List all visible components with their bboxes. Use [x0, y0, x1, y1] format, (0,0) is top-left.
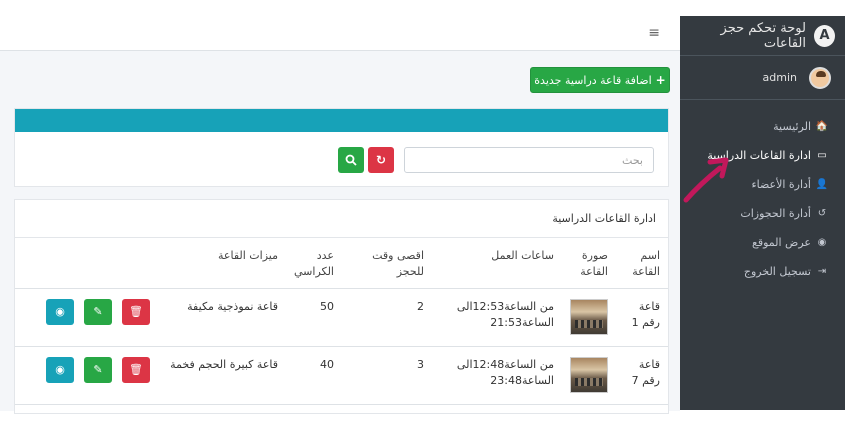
search-card-header: [15, 109, 668, 132]
cell-features: قاعة كبيرة الحجم فخمة: [158, 346, 286, 405]
cell-name: قاعة رقم 1: [616, 288, 668, 347]
cell-max-time: 3: [342, 346, 432, 405]
delete-button[interactable]: 🗑: [122, 356, 150, 383]
sidebar-item-home[interactable]: 🏠 الرئيسية: [680, 112, 845, 141]
sidebar-item-label: أدارة الحجوزات: [740, 207, 811, 220]
view-button[interactable]: ◉: [46, 298, 74, 325]
cell-hours: من الساعة12:48الى الساعة23:48: [432, 346, 562, 405]
search-input[interactable]: [404, 147, 654, 173]
sidebar-item-view-site[interactable]: ◉ عرض الموقع: [680, 228, 845, 257]
header-name: اسم القاعة: [616, 238, 668, 289]
sidebar-item-label: عرض الموقع: [752, 236, 811, 249]
delete-button[interactable]: 🗑: [122, 298, 150, 325]
header-actions: [15, 238, 158, 289]
brand[interactable]: A لوحة تحكم حجز القاعات: [680, 16, 845, 56]
sidebar-item-members[interactable]: 👤 أدارة الأعضاء: [680, 170, 845, 199]
header-features: ميزات القاعة: [158, 238, 286, 289]
search-button[interactable]: [338, 147, 364, 173]
table-header-row: اسم القاعة صورة القاعة ساعات العمل اقصى …: [15, 238, 668, 289]
user-icon: 👤: [815, 179, 829, 190]
search-icon: [345, 154, 357, 166]
cell-actions: 🗑 ✎ ◉: [15, 346, 158, 405]
sidebar-item-label: ادارة القاعات الدراسية: [707, 149, 811, 162]
main-content: + اضافة قاعة دراسية جديدة ↻ ادارة القاعا…: [0, 51, 680, 414]
add-classroom-label: اضافة قاعة دراسية جديدة: [534, 73, 652, 87]
classrooms-table: اسم القاعة صورة القاعة ساعات العمل اقصى …: [15, 238, 668, 405]
trash-icon: 🗑: [129, 304, 143, 318]
table-row: قاعة رقم 7 من الساعة12:48الى الساعة23:48…: [15, 346, 668, 405]
classroom-thumbnail: [570, 298, 608, 335]
brand-title: لوحة تحكم حجز القاعات: [720, 20, 806, 51]
top-navbar: ≡: [0, 16, 680, 51]
user-panel[interactable]: admin: [680, 56, 845, 100]
eye-icon: ◉: [55, 304, 65, 318]
eye-icon: ◉: [55, 362, 65, 376]
refresh-icon: ↻: [375, 153, 387, 167]
sidebar-item-logout[interactable]: ⇥ تسجيل الخروج: [680, 257, 845, 286]
header-image: صورة القاعة: [562, 238, 616, 289]
cell-hours: من الساعة12:53الى الساعة21:53: [432, 288, 562, 347]
user-name: admin: [762, 71, 797, 84]
view-button[interactable]: ◉: [46, 356, 74, 383]
header-max-time: اقصى وقت للحجز: [342, 238, 432, 289]
plus-icon: +: [655, 73, 666, 87]
sidebar-item-bookings[interactable]: ↺ أدارة الحجوزات: [680, 199, 845, 228]
cell-seats: 50: [286, 288, 342, 347]
header-seats: عدد الكراسي: [286, 238, 342, 289]
sidebar-nav: 🏠 الرئيسية ▭ ادارة القاعات الدراسية 👤 أد…: [680, 100, 845, 286]
sidebar: A لوحة تحكم حجز القاعات admin 🏠 الرئيسية…: [680, 16, 845, 410]
cell-image: [562, 288, 616, 347]
header-hours: ساعات العمل: [432, 238, 562, 289]
classroom-thumbnail: [570, 356, 608, 393]
table-row: قاعة رقم 1 من الساعة12:53الى الساعة21:53…: [15, 288, 668, 347]
eye-icon: ◉: [817, 237, 827, 248]
edit-button[interactable]: ✎: [84, 356, 112, 383]
trash-icon: 🗑: [129, 362, 143, 376]
cell-name: قاعة رقم 7: [616, 346, 668, 405]
history-icon: ↺: [817, 208, 827, 219]
edit-icon: ✎: [93, 304, 103, 318]
classrooms-table-card: ادارة القاعات الدراسية اسم القاعة صورة ا…: [14, 199, 669, 414]
sidebar-item-label: أدارة الأعضاء: [751, 178, 811, 191]
cell-features: قاعة نموذجية مكيفة: [158, 288, 286, 347]
menu-toggle-icon[interactable]: ≡: [648, 25, 660, 41]
brand-logo-icon: A: [813, 24, 835, 47]
cell-max-time: 2: [342, 288, 432, 347]
search-card: ↻: [14, 108, 669, 187]
sidebar-item-classrooms[interactable]: ▭ ادارة القاعات الدراسية: [680, 141, 845, 170]
cell-image: [562, 346, 616, 405]
refresh-button[interactable]: ↻: [368, 147, 394, 173]
table-title: ادارة القاعات الدراسية: [15, 200, 668, 238]
chalkboard-icon: ▭: [817, 150, 827, 161]
cell-actions: 🗑 ✎ ◉: [15, 288, 158, 347]
cell-seats: 40: [286, 346, 342, 405]
home-icon: 🏠: [815, 121, 829, 132]
edit-button[interactable]: ✎: [84, 298, 112, 325]
avatar: [809, 66, 831, 89]
sidebar-item-label: تسجيل الخروج: [743, 265, 811, 278]
sign-out-icon: ⇥: [817, 266, 827, 277]
sidebar-item-label: الرئيسية: [773, 120, 811, 133]
add-classroom-button[interactable]: + اضافة قاعة دراسية جديدة: [530, 67, 670, 93]
edit-icon: ✎: [93, 362, 103, 376]
